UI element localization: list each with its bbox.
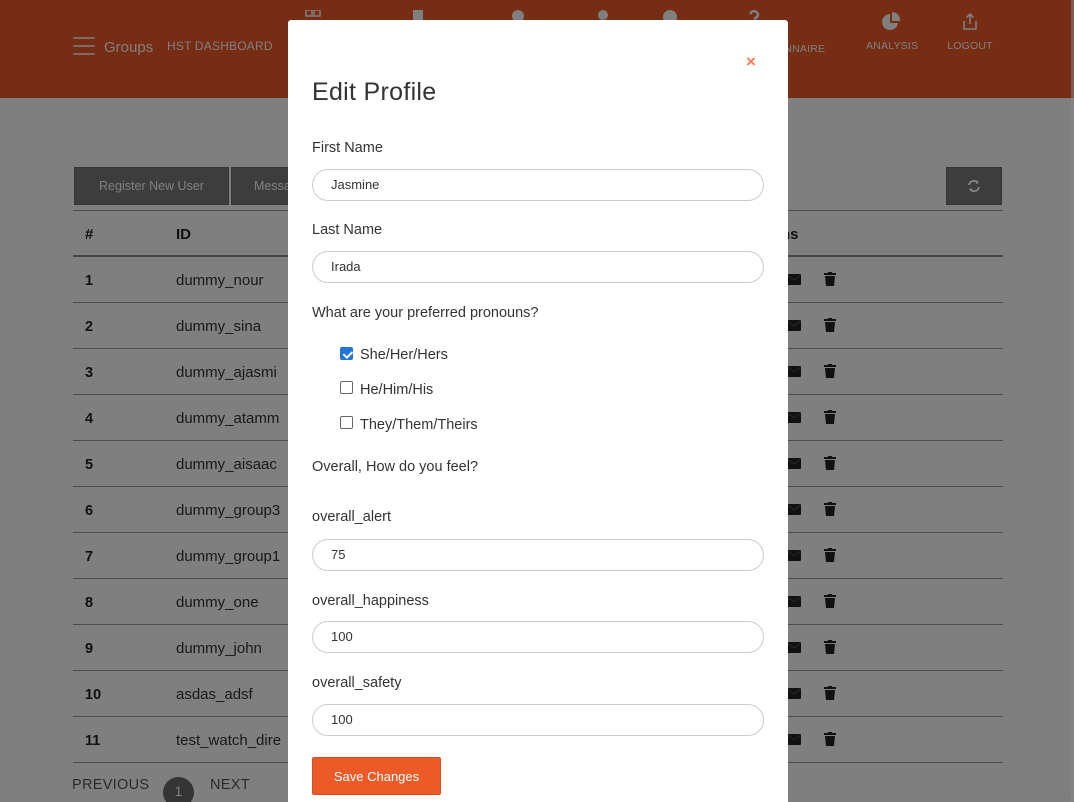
pronoun-she-label[interactable]: She/Her/Hers	[360, 347, 448, 363]
overall-alert-field[interactable]: 75	[312, 539, 764, 571]
overall-safety-field[interactable]: 100	[312, 704, 764, 736]
pronoun-they-checkbox[interactable]	[340, 416, 353, 429]
overall-alert-label: overall_alert	[312, 509, 391, 525]
overall-happiness-label: overall_happiness	[312, 593, 429, 609]
first-name-field[interactable]: Jasmine	[312, 169, 764, 201]
last-name-field[interactable]: Irada	[312, 251, 764, 283]
first-name-label: First Name	[312, 140, 383, 156]
pronoun-he-checkbox[interactable]	[340, 381, 353, 394]
save-changes-button[interactable]: Save Changes	[312, 757, 441, 795]
overall-safety-label: overall_safety	[312, 675, 402, 691]
feel-question: Overall, How do you feel?	[312, 459, 479, 475]
pronoun-he-label[interactable]: He/Him/His	[360, 382, 433, 398]
resize-handle-icon[interactable]	[1062, 790, 1072, 800]
pronoun-they-label[interactable]: They/Them/Theirs	[360, 417, 478, 433]
scrollbar[interactable]	[1062, 0, 1074, 802]
close-icon[interactable]: ×	[746, 52, 756, 72]
last-name-label: Last Name	[312, 222, 383, 238]
modal-title: Edit Profile	[312, 78, 437, 106]
overall-happiness-field[interactable]: 100	[312, 621, 764, 653]
pronouns-question: What are your preferred pronouns?	[312, 305, 539, 321]
pronoun-she-checkbox[interactable]	[340, 347, 353, 360]
